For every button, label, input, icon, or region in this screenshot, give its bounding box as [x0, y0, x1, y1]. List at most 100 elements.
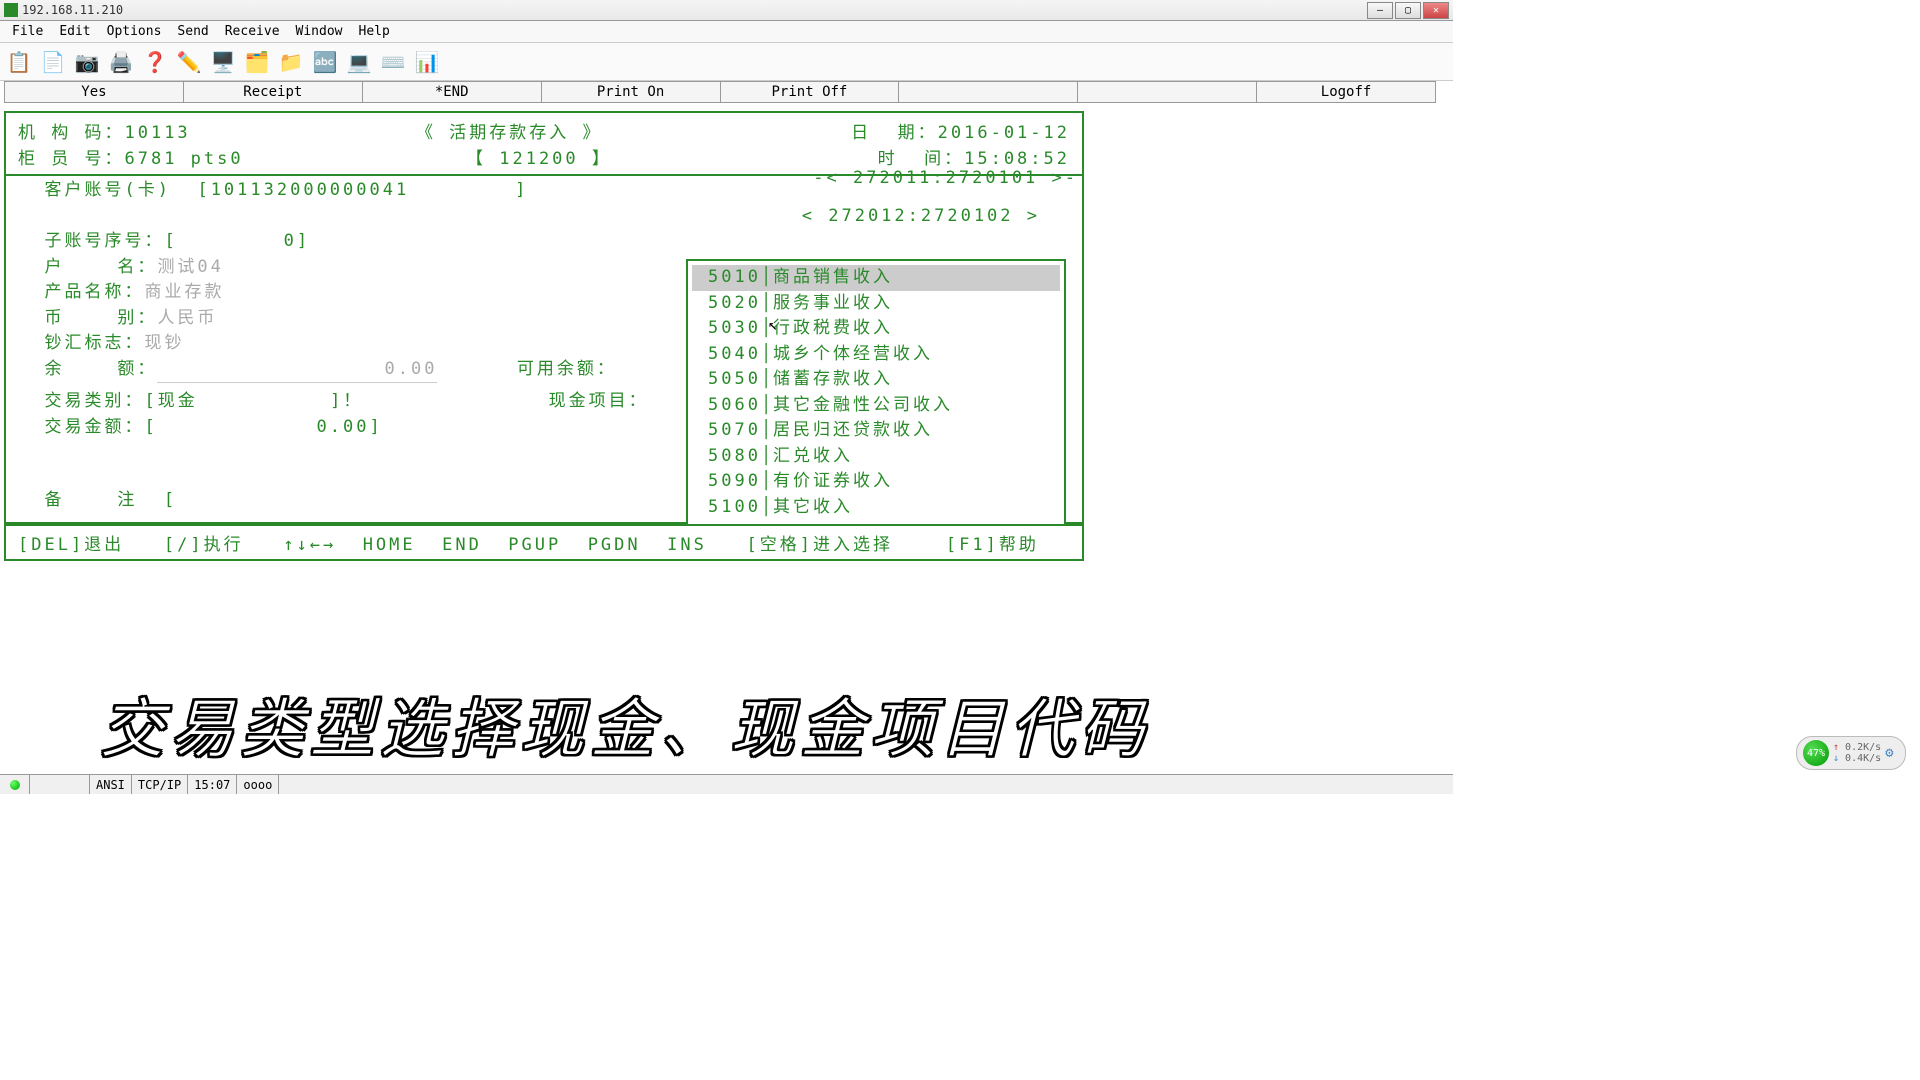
remark-value[interactable]: [: [164, 490, 177, 510]
popup-label: 城乡个体经营收入: [773, 342, 1056, 368]
customer-acct-value[interactable]: [101132000000041 ]: [197, 180, 528, 200]
cash-flag-label: 钞汇标志：: [44, 333, 144, 353]
close-button[interactable]: ✕: [1423, 2, 1449, 19]
window-controls: — ▢ ✕: [1367, 2, 1449, 19]
popup-label: 行政税费收入: [773, 316, 1056, 342]
action-print-off[interactable]: Print Off: [721, 82, 900, 102]
action-buttons: Yes Receipt *END Print On Print Off Logo…: [4, 81, 1436, 103]
app-icon: [4, 3, 18, 17]
popup-code: 5060: [696, 393, 761, 419]
popup-code: 5030: [696, 316, 761, 342]
seq-2: < 272012:2720102 >: [802, 204, 1040, 230]
tray-gear-icon[interactable]: ⚙: [1885, 745, 1893, 761]
sub-acct-value[interactable]: [ 0]: [164, 231, 310, 251]
customer-acct-label: 客户账号(卡): [44, 180, 170, 200]
popup-label: 商品销售收入: [773, 265, 1056, 291]
action-yes[interactable]: Yes: [5, 82, 184, 102]
popup-row[interactable]: 5010│商品销售收入: [692, 265, 1060, 291]
status-clock: 15:07: [188, 775, 237, 794]
txn-type-label: 交易类别：: [44, 391, 144, 411]
popup-row[interactable]: 5030│行政税费收入: [692, 316, 1060, 342]
remark-label: 备 注: [44, 490, 137, 510]
keyboard-icon[interactable]: ⌨️: [378, 47, 408, 77]
org-code-label: 机 构 码：: [18, 123, 124, 143]
help-icon[interactable]: ❓: [140, 47, 170, 77]
cash-flag-value: 现钞: [144, 333, 184, 353]
sub-acct-label: 子账号序号：: [44, 231, 164, 251]
action-end[interactable]: *END: [363, 82, 542, 102]
popup-code: 5050: [696, 367, 761, 393]
folder-icon[interactable]: 📁: [276, 47, 306, 77]
available-balance-label: 可用余额：: [517, 359, 617, 379]
monitor-icon[interactable]: 💻: [344, 47, 374, 77]
balance-value: 0.00: [157, 357, 437, 384]
window-title: 192.168.11.210: [22, 3, 1367, 17]
window-titlebar: 192.168.11.210 — ▢ ✕: [0, 0, 1453, 21]
popup-code: 5070: [696, 418, 761, 444]
product-value: 商业存款: [144, 282, 224, 302]
seq-1: -< 272011:2720101 >-: [813, 166, 1078, 192]
menu-send[interactable]: Send: [169, 22, 216, 41]
balance-label: 余 额：: [44, 359, 157, 379]
action-receipt[interactable]: Receipt: [184, 82, 363, 102]
tray-widget[interactable]: 47% ↑ 0.2K/s ↓ 0.4K/s ⚙: [1796, 736, 1906, 770]
product-label: 产品名称：: [44, 282, 144, 302]
popup-label: 服务事业收入: [773, 291, 1056, 317]
maximize-button[interactable]: ▢: [1395, 2, 1421, 19]
paste-icon[interactable]: 📄: [38, 47, 68, 77]
status-mode: ANSI: [90, 775, 132, 794]
status-proto: TCP/IP: [132, 775, 188, 794]
menu-receive[interactable]: Receive: [217, 22, 288, 41]
popup-label: 居民归还贷款收入: [773, 418, 1056, 444]
tree-icon[interactable]: 🗂️: [242, 47, 272, 77]
menu-options[interactable]: Options: [99, 22, 170, 41]
chart-icon[interactable]: 📊: [412, 47, 442, 77]
popup-label: 其它金融性公司收入: [773, 393, 1056, 419]
menu-help[interactable]: Help: [351, 22, 398, 41]
copy-icon[interactable]: 📋: [4, 47, 34, 77]
popup-row[interactable]: 5040│城乡个体经营收入: [692, 342, 1060, 368]
popup-row[interactable]: 5020│服务事业收入: [692, 291, 1060, 317]
action-print-on[interactable]: Print On: [542, 82, 721, 102]
popup-code: 5080: [696, 444, 761, 470]
menu-window[interactable]: Window: [288, 22, 351, 41]
toolbar: 📋 📄 📷 🖨️ ❓ ✏️ 🖥️ 🗂️ 📁 🔤 💻 ⌨️ 📊: [0, 43, 1453, 81]
action-blank2[interactable]: [1078, 82, 1257, 102]
popup-label: 汇兑收入: [773, 444, 1056, 470]
action-blank1[interactable]: [899, 82, 1078, 102]
popup-row[interactable]: 5060│其它金融性公司收入: [692, 393, 1060, 419]
camera-icon[interactable]: 📷: [72, 47, 102, 77]
popup-code: 5010: [696, 265, 761, 291]
txn-amount-label: 交易金额：: [44, 417, 144, 437]
popup-row[interactable]: 5070│居民归还贷款收入: [692, 418, 1060, 444]
currency-label: 币 别：: [44, 308, 157, 328]
font-abc-icon[interactable]: 🔤: [310, 47, 340, 77]
terminal-icon[interactable]: 🖥️: [208, 47, 238, 77]
tray-percent: 47%: [1803, 740, 1829, 766]
action-logoff[interactable]: Logoff: [1257, 82, 1435, 102]
txn-type-value[interactable]: [现金 ]！: [144, 391, 363, 411]
status-extra: oooo: [237, 775, 279, 794]
menu-file[interactable]: File: [4, 22, 51, 41]
print-icon[interactable]: 🖨️: [106, 47, 136, 77]
cash-item-popup: 5010│商品销售收入 5020│服务事业收入 5030│行政税费收入 5040…: [686, 259, 1066, 526]
popup-code: 5090: [696, 469, 761, 495]
menu-edit[interactable]: Edit: [51, 22, 98, 41]
cash-item-label: 现金项目：: [549, 391, 649, 411]
popup-label: 其它收入: [773, 495, 1056, 521]
txn-amount-value[interactable]: [ 0.00]: [144, 417, 382, 437]
popup-row[interactable]: 5050│储蓄存款收入: [692, 367, 1060, 393]
org-code-value: 10113: [124, 123, 190, 143]
popup-row[interactable]: 5090│有价证券收入: [692, 469, 1060, 495]
popup-row[interactable]: 5080│汇兑收入: [692, 444, 1060, 470]
terminal-area: 机 构 码：10113 《 活期存款存入 》 日 期：2016-01-12 柜 …: [4, 111, 1084, 561]
subtitle-caption: 交易类型选择现金、现金项目代码: [100, 678, 1150, 770]
popup-code: 5040: [696, 342, 761, 368]
menu-bar: File Edit Options Send Receive Window He…: [0, 21, 1453, 43]
popup-row[interactable]: 5100│其它收入: [692, 495, 1060, 521]
minimize-button[interactable]: —: [1367, 2, 1393, 19]
pen-icon[interactable]: ✏️: [174, 47, 204, 77]
acct-name-value: 测试04: [157, 257, 223, 277]
connection-led-icon: [10, 780, 20, 790]
date-value: 2016-01-12: [938, 123, 1070, 143]
